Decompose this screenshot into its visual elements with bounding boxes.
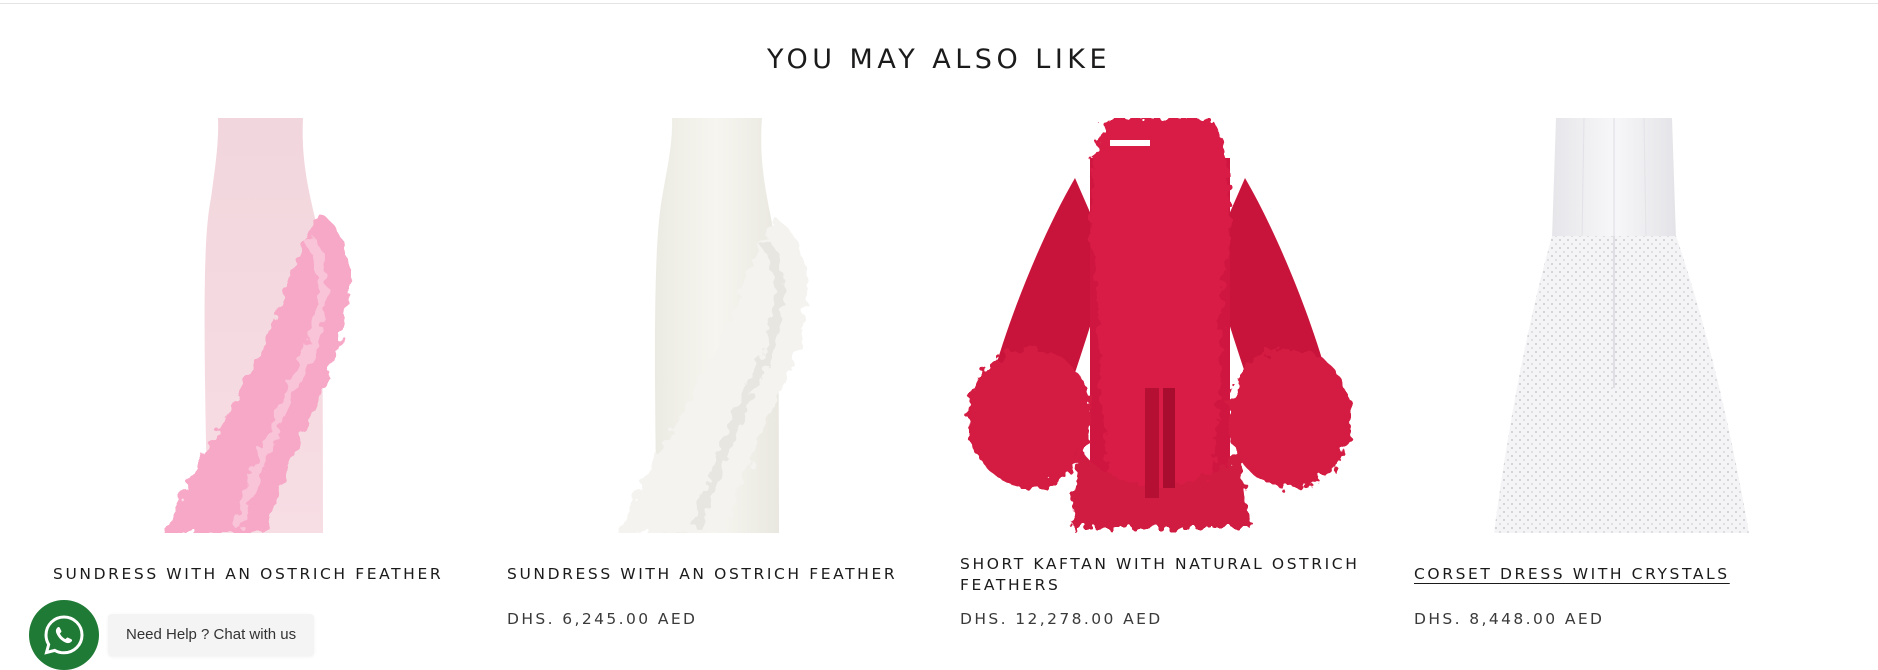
- product-title-link[interactable]: CORSET DRESS WITH CRYSTALS: [1414, 564, 1834, 585]
- whatsapp-chat-button[interactable]: [29, 600, 99, 670]
- product-title[interactable]: SHORT KAFTAN WITH NATURAL OSTRICH FEATHE…: [960, 554, 1380, 596]
- white-feather-dress-image: [617, 118, 808, 533]
- pink-feather-dress-image: [163, 118, 350, 533]
- whatsapp-icon: [44, 615, 84, 655]
- product-grid: SUNDRESS WITH AN OSTRICH FEATHER SUNDRES…: [0, 0, 1878, 663]
- product-image-link[interactable]: [1414, 117, 1814, 533]
- product-price: DHS. 8,448.00 AED: [1414, 610, 1605, 628]
- product-price: DHS. 12,278.00 AED: [960, 610, 1163, 628]
- chat-help-label[interactable]: Need Help ? Chat with us: [108, 614, 315, 656]
- white-crystal-corset-dress-image: [1494, 117, 1749, 533]
- product-image-link[interactable]: [53, 118, 453, 533]
- product-price: DHS. 6,245.00 AED: [507, 610, 698, 628]
- product-image-link[interactable]: [960, 118, 1360, 533]
- product-title[interactable]: SUNDRESS WITH AN OSTRICH FEATHER: [53, 564, 473, 585]
- product-title[interactable]: SUNDRESS WITH AN OSTRICH FEATHER: [507, 564, 927, 585]
- product-image-link[interactable]: [507, 118, 907, 533]
- red-feather-kaftan-image: [968, 118, 1352, 528]
